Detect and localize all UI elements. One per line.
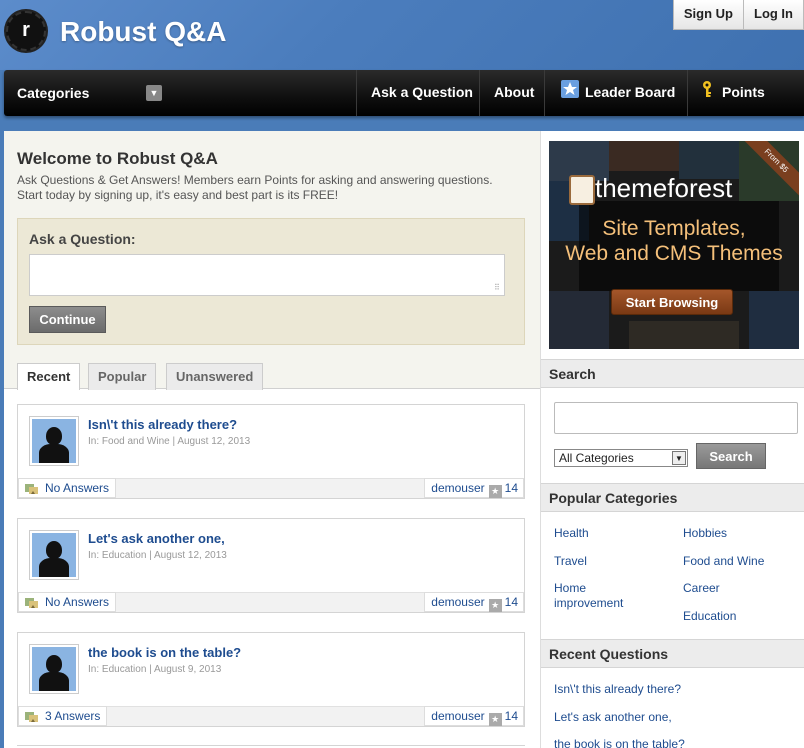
search-button[interactable]: Search bbox=[696, 443, 766, 469]
question-title[interactable]: Let's ask another one, bbox=[88, 531, 225, 546]
category-link-home-improvement[interactable]: Home improvement bbox=[554, 581, 654, 611]
site-title[interactable]: Robust Q&A bbox=[60, 16, 226, 48]
site-logo[interactable]: r bbox=[6, 11, 46, 51]
avatar[interactable] bbox=[29, 644, 79, 694]
question-footer: 3 Answers demouser ★ 14 bbox=[18, 706, 524, 726]
recent-question-link[interactable]: Let's ask another one, bbox=[554, 710, 672, 724]
welcome-title: Welcome to Robust Q&A bbox=[17, 149, 218, 168]
resize-handle-icon[interactable]: ⠿ bbox=[494, 283, 500, 292]
nav-about-label: About bbox=[494, 84, 535, 100]
author-points: 14 bbox=[504, 481, 518, 495]
search-input[interactable] bbox=[554, 402, 798, 434]
chevron-down-icon[interactable]: ▼ bbox=[672, 451, 686, 465]
star-icon: ★ bbox=[488, 485, 502, 498]
question-card: Let's ask another one, In: Education | A… bbox=[17, 518, 525, 613]
avatar[interactable] bbox=[29, 530, 79, 580]
search-heading: Search bbox=[541, 359, 804, 388]
welcome-text: Ask Questions & Get Answers! Members ear… bbox=[17, 173, 527, 203]
nav-points-key[interactable]: Points Key bbox=[687, 70, 804, 145]
nav-ask-question[interactable]: Ask a Question bbox=[356, 70, 487, 116]
answers-count-link[interactable]: 3 Answers bbox=[18, 706, 108, 726]
main-nav: Categories ▼ Ask a Question About Leader… bbox=[4, 70, 804, 145]
nav-leader-label: Leader Board bbox=[585, 84, 676, 100]
answers-icon bbox=[25, 710, 39, 723]
question-footer: No Answers demouser ★ 14 bbox=[18, 592, 524, 612]
recent-question-link[interactable]: Isn\'t this already there? bbox=[554, 682, 681, 696]
question-meta: In: Food and Wine | August 12, 2013 bbox=[88, 436, 251, 447]
answers-icon bbox=[25, 482, 39, 495]
recent-question-link[interactable]: the book is on the table? bbox=[554, 737, 685, 748]
start-browsing-button[interactable]: Start Browsing bbox=[611, 289, 733, 315]
answers-count: No Answers bbox=[45, 481, 110, 495]
author-points: 14 bbox=[504, 709, 518, 723]
category-link-food-and-wine[interactable]: Food and Wine bbox=[683, 554, 764, 569]
answers-icon bbox=[25, 596, 39, 609]
ad-brand: themeforest bbox=[595, 173, 733, 203]
site-header: r Robust Q&A Sign Up Log In bbox=[0, 0, 804, 70]
welcome-panel: Welcome to Robust Q&A Ask Questions & Ge… bbox=[4, 131, 540, 389]
category-link-hobbies[interactable]: Hobbies bbox=[683, 526, 727, 541]
sidebar: From $5 themeforest Site Templates, Web … bbox=[540, 131, 804, 748]
popular-categories-heading: Popular Categories bbox=[541, 483, 804, 512]
star-icon: ★ bbox=[488, 713, 502, 726]
themeforest-logo-icon bbox=[569, 175, 595, 205]
star-icon: ★ bbox=[488, 599, 502, 612]
question-meta: In: Education | August 12, 2013 bbox=[88, 550, 227, 561]
nav-leader-board[interactable]: Leader Board bbox=[544, 70, 689, 116]
signup-button[interactable]: Sign Up bbox=[672, 0, 744, 30]
themeforest-ad-banner[interactable]: From $5 themeforest Site Templates, Web … bbox=[549, 141, 799, 349]
category-link-health[interactable]: Health bbox=[554, 526, 589, 541]
main-content: Welcome to Robust Q&A Ask Questions & Ge… bbox=[4, 131, 540, 748]
tab-popular[interactable]: Popular bbox=[88, 363, 157, 390]
question-tabs: Recent Popular Unanswered bbox=[4, 363, 540, 390]
category-link-education[interactable]: Education bbox=[683, 609, 736, 624]
login-button[interactable]: Log In bbox=[744, 0, 804, 30]
nav-categories[interactable]: Categories bbox=[17, 70, 89, 116]
welcome-line-2: Start today by signing up, it's easy and… bbox=[17, 188, 339, 202]
answers-count: No Answers bbox=[45, 595, 110, 609]
nav-about[interactable]: About bbox=[479, 70, 548, 116]
key-icon bbox=[702, 71, 716, 115]
author-name: demouser bbox=[431, 595, 485, 609]
ask-question-label: Ask a Question: bbox=[29, 231, 136, 247]
category-select-value: All Categories bbox=[559, 451, 634, 465]
tab-unanswered[interactable]: Unanswered bbox=[166, 363, 264, 390]
continue-button[interactable]: Continue bbox=[29, 306, 106, 333]
question-card: Isn\'t this already there? In: Food and … bbox=[17, 404, 525, 499]
category-select[interactable]: All Categories ▼ bbox=[554, 449, 688, 467]
tab-recent[interactable]: Recent bbox=[17, 363, 81, 390]
author-name: demouser bbox=[431, 709, 485, 723]
ad-headline-2: Web and CMS Themes bbox=[565, 242, 783, 265]
logo-letter: r bbox=[22, 19, 30, 41]
question-title[interactable]: Isn\'t this already there? bbox=[88, 417, 237, 432]
ask-question-box: Ask a Question: ⠿ Continue bbox=[17, 218, 525, 345]
answers-count-link[interactable]: No Answers bbox=[18, 478, 117, 498]
author-name: demouser bbox=[431, 481, 485, 495]
category-link-travel[interactable]: Travel bbox=[554, 554, 587, 569]
answers-count: 3 Answers bbox=[45, 709, 101, 723]
nav-ask-label: Ask a Question bbox=[371, 84, 473, 100]
recent-questions-heading: Recent Questions bbox=[541, 639, 804, 668]
question-author[interactable]: demouser ★ 14 bbox=[424, 592, 524, 612]
question-meta: In: Education | August 9, 2013 bbox=[88, 664, 222, 675]
ask-question-input[interactable] bbox=[29, 254, 505, 296]
author-points: 14 bbox=[504, 595, 518, 609]
question-card: the book is on the table? In: Education … bbox=[17, 632, 525, 727]
ad-headline-1: Site Templates, bbox=[602, 217, 746, 240]
star-badge-icon bbox=[561, 71, 579, 115]
question-footer: No Answers demouser ★ 14 bbox=[18, 478, 524, 498]
question-title[interactable]: the book is on the table? bbox=[88, 645, 241, 660]
answers-count-link[interactable]: No Answers bbox=[18, 592, 117, 612]
auth-links: Sign Up Log In bbox=[672, 0, 804, 30]
welcome-line-1: Ask Questions & Get Answers! Members ear… bbox=[17, 173, 493, 187]
chevron-down-icon[interactable]: ▼ bbox=[146, 85, 162, 101]
question-author[interactable]: demouser ★ 14 bbox=[424, 706, 524, 726]
category-link-career[interactable]: Career bbox=[683, 581, 720, 596]
question-author[interactable]: demouser ★ 14 bbox=[424, 478, 524, 498]
avatar[interactable] bbox=[29, 416, 79, 466]
